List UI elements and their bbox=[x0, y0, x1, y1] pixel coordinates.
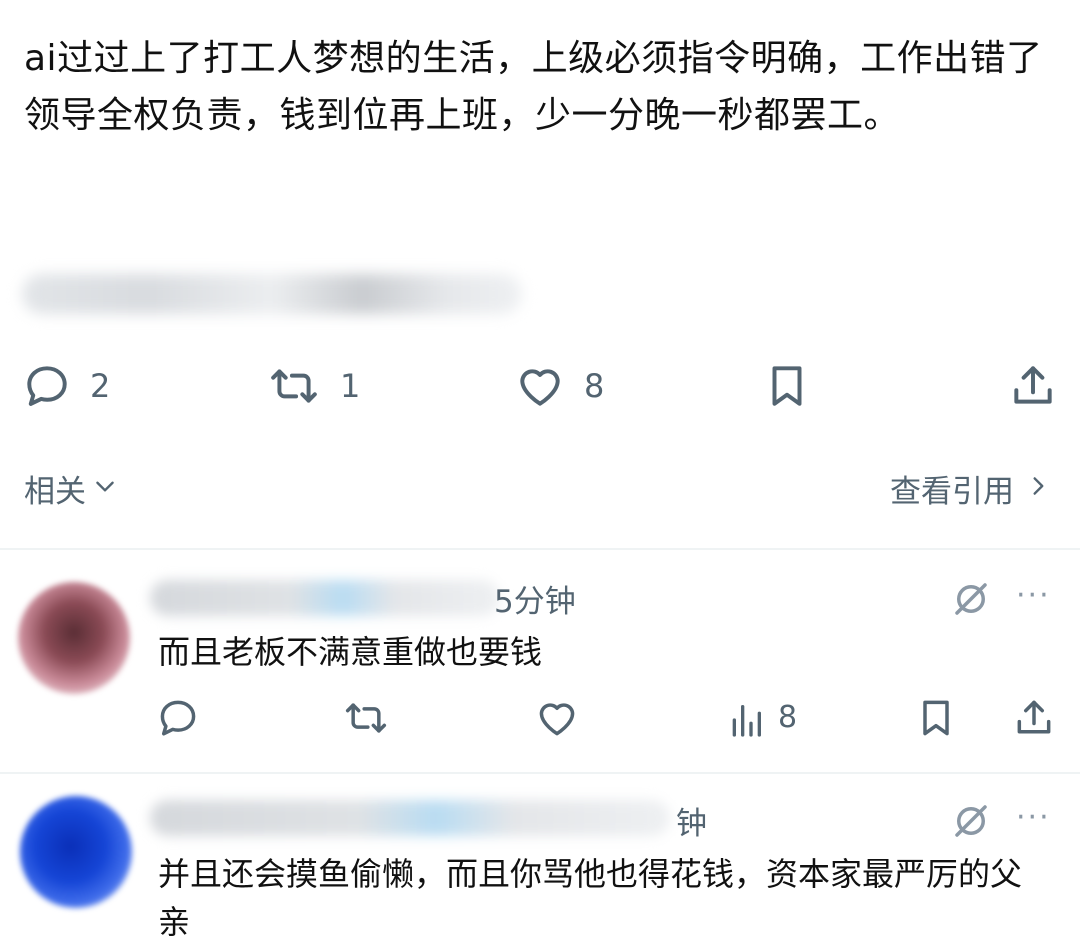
grok-icon[interactable] bbox=[950, 800, 992, 846]
share-button[interactable] bbox=[1008, 360, 1058, 412]
reply-count: 2 bbox=[90, 367, 111, 405]
reply-icon[interactable] bbox=[156, 696, 200, 744]
retweet-button[interactable]: 1 bbox=[266, 360, 360, 412]
chevron-down-icon bbox=[92, 471, 118, 507]
more-icon[interactable]: ··· bbox=[1016, 578, 1051, 613]
like-button[interactable]: 8 bbox=[514, 360, 604, 412]
blurred-username bbox=[150, 580, 500, 616]
avatar[interactable] bbox=[20, 796, 132, 908]
reply-text: 而且老板不满意重做也要钱 bbox=[158, 633, 543, 671]
retweet-icon[interactable] bbox=[342, 696, 390, 744]
related-dropdown[interactable]: 相关 bbox=[24, 466, 118, 511]
more-icon[interactable]: ··· bbox=[1016, 800, 1051, 835]
related-label: 相关 bbox=[24, 474, 86, 510]
avatar[interactable] bbox=[18, 582, 130, 694]
reply-item[interactable]: 5分钟 ··· 而且老板不满意重做也要钱 8 bbox=[0, 550, 1080, 772]
view-quotes-label: 查看引用 bbox=[890, 474, 1014, 510]
views-count: 8 bbox=[778, 700, 798, 735]
grok-icon[interactable] bbox=[950, 578, 992, 624]
reply-time: 5分钟 bbox=[494, 584, 576, 620]
retweet-icon bbox=[266, 361, 322, 411]
reply-time: 钟 bbox=[676, 806, 707, 842]
bookmark-button[interactable] bbox=[762, 360, 812, 412]
post-action-bar: 2 1 8 bbox=[0, 360, 1080, 412]
like-count: 8 bbox=[584, 367, 605, 405]
share-icon bbox=[1008, 361, 1058, 411]
post-text: ai过过上了打工人梦想的生活，上级必须指令明确，工作出错了领导全权负责，钱到位再… bbox=[24, 38, 1043, 136]
bookmark-icon bbox=[762, 361, 812, 411]
views-icon[interactable] bbox=[726, 700, 766, 744]
reply-text: 并且还会摸鱼偷懒，而且你骂他也得花钱，资本家最严厉的父亲 bbox=[158, 855, 1023, 941]
retweet-count: 1 bbox=[340, 367, 361, 405]
bookmark-icon[interactable] bbox=[914, 696, 958, 744]
chevron-right-icon bbox=[1028, 471, 1050, 507]
reply-icon bbox=[22, 361, 72, 411]
blurred-username bbox=[150, 800, 670, 836]
heart-icon[interactable] bbox=[534, 696, 580, 744]
blurred-metadata bbox=[22, 274, 522, 314]
reply-item[interactable]: 钟 ··· 并且还会摸鱼偷懒，而且你骂他也得花钱，资本家最严厉的父亲 bbox=[0, 774, 1080, 952]
reply-button[interactable]: 2 bbox=[22, 360, 110, 412]
heart-icon bbox=[514, 361, 566, 411]
share-icon[interactable] bbox=[1012, 696, 1056, 744]
view-quotes-link[interactable]: 查看引用 bbox=[890, 466, 1050, 511]
